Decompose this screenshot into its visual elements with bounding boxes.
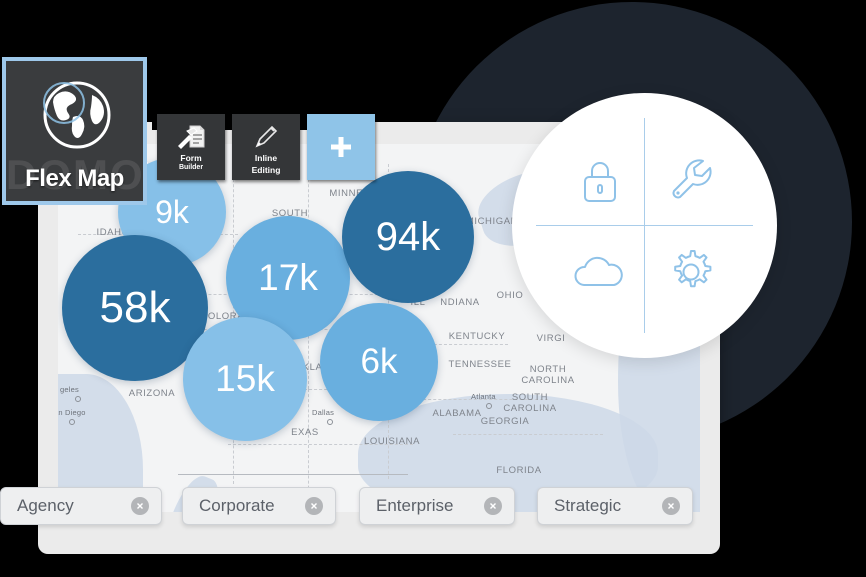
tile-label-line2: Editing (251, 165, 281, 175)
state-label: GEORGIA (480, 416, 530, 427)
hammer-document-icon (176, 121, 206, 151)
tile-label-line2: Builder (178, 164, 204, 171)
state-label: NDIANA (440, 297, 480, 308)
state-label: ARIZONA (128, 388, 176, 399)
country-border (178, 474, 408, 475)
city-label: Atlanta (471, 392, 496, 401)
city-label: Dallas (312, 408, 335, 417)
close-icon[interactable] (305, 497, 323, 515)
filter-tag-label: Corporate (199, 496, 275, 515)
filter-tag[interactable]: Enterprise (359, 487, 515, 525)
close-icon[interactable] (662, 497, 680, 515)
close-icon[interactable] (131, 497, 149, 515)
panel-divider-horizontal (536, 225, 753, 226)
map-data-bubble[interactable]: 6k (320, 303, 438, 421)
city-dot (486, 403, 492, 409)
gear-icon[interactable] (660, 241, 722, 303)
city-dot (69, 419, 75, 425)
filter-tag-label: Strategic (554, 496, 622, 515)
map-data-bubble[interactable]: 15k (183, 317, 307, 441)
flex-map-card[interactable]: DOMO Flex Map (2, 57, 147, 205)
state-label: SOUTH CAROLINA (503, 392, 557, 414)
city-label: an Diego (58, 408, 86, 417)
add-tile-button[interactable] (307, 114, 375, 180)
state-label: FLORIDA (496, 465, 542, 476)
city-dot (327, 419, 333, 425)
close-icon[interactable] (484, 497, 502, 515)
state-border (453, 434, 603, 435)
filter-tag[interactable]: Corporate (182, 487, 336, 525)
city-label: geles (60, 385, 79, 394)
filter-tag[interactable]: Strategic (537, 487, 693, 525)
city-dot (75, 396, 81, 402)
pencil-icon (252, 121, 280, 151)
tile-form-builder[interactable]: Form Builder (157, 114, 225, 180)
wrench-icon[interactable] (659, 149, 719, 209)
lock-icon[interactable] (570, 151, 630, 211)
filter-tag-bar: Agency Corporate Enterprise Strategic (0, 487, 866, 533)
tile-inline-editing[interactable]: Inline Editing (232, 114, 300, 180)
globe-icon (42, 81, 110, 149)
screenshot-stage: ORTH AKOTAMINNESOTASOUTH DAKOTAWISCONSIN… (0, 0, 866, 577)
filter-tag-label: Agency (17, 496, 74, 515)
product-tile-strip: Form Builder Inline Editing (152, 55, 375, 180)
tile-label-line1: Inline (254, 153, 278, 163)
tile-label-line1: Form (180, 153, 202, 163)
state-label: KENTUCKY (448, 331, 506, 342)
feature-panel (512, 93, 777, 358)
state-label: LOUISIANA (363, 436, 421, 447)
map-data-bubble[interactable]: 94k (342, 171, 474, 303)
cloud-icon[interactable] (568, 241, 630, 301)
filter-tag-label: Enterprise (376, 496, 454, 515)
filter-tag[interactable]: Agency (0, 487, 162, 525)
plus-icon (331, 137, 351, 157)
state-label: NORTH CAROLINA (521, 364, 575, 386)
